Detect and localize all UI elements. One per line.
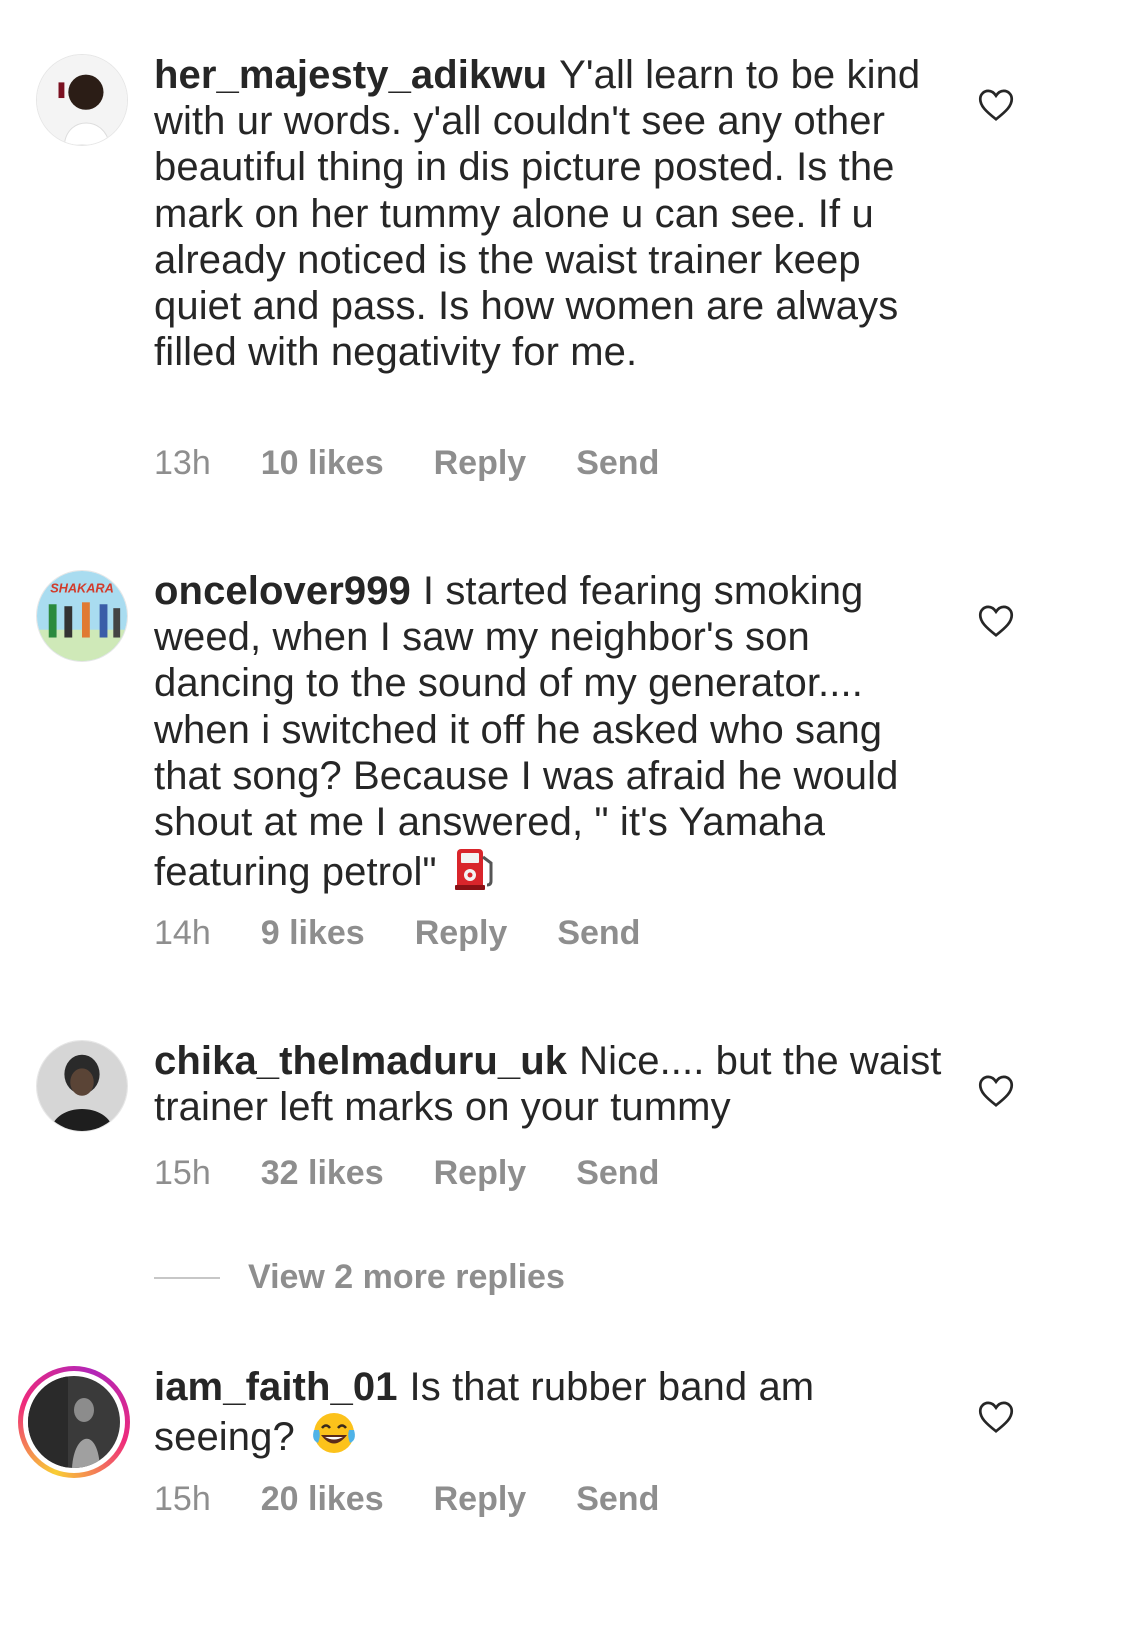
comment-time: 14h xyxy=(154,914,211,952)
send-button[interactable]: Send xyxy=(557,914,640,953)
comment-meta: 15h 32 likes Reply Send xyxy=(154,1154,659,1193)
comment-username[interactable]: iam_faith_01 xyxy=(154,1365,398,1409)
comment-likes[interactable]: 20 likes xyxy=(261,1480,384,1519)
comment-meta: 15h 20 likes Reply Send xyxy=(154,1480,659,1519)
heart-outline-icon[interactable] xyxy=(978,604,1014,638)
send-button[interactable]: Send xyxy=(576,1480,659,1519)
heart-outline-icon[interactable] xyxy=(978,1400,1014,1434)
send-button[interactable]: Send xyxy=(576,444,659,483)
tears-of-joy-emoji xyxy=(311,1410,357,1466)
svg-text:SHAKARA: SHAKARA xyxy=(50,581,114,596)
fuel-pump-emoji xyxy=(453,845,497,901)
comment-time: 13h xyxy=(154,444,211,482)
send-button[interactable]: Send xyxy=(576,1154,659,1193)
comment-meta: 13h 10 likes Reply Send xyxy=(154,444,659,483)
comment-time: 15h xyxy=(154,1154,211,1192)
comment-body: I started fearing smoking weed, when I s… xyxy=(154,569,899,895)
comment-username[interactable]: her_majesty_adikwu xyxy=(154,53,547,97)
view-more-replies-button[interactable]: View 2 more replies xyxy=(154,1258,565,1297)
comment-username[interactable]: oncelover999 xyxy=(154,569,411,613)
comment-body: Y'all learn to be kind with ur words. y'… xyxy=(154,53,921,375)
reply-button[interactable]: Reply xyxy=(434,1154,527,1193)
comment-likes[interactable]: 10 likes xyxy=(261,444,384,483)
comment-meta: 14h 9 likes Reply Send xyxy=(154,914,640,953)
comment-likes[interactable]: 9 likes xyxy=(261,914,365,953)
heart-outline-icon[interactable] xyxy=(978,88,1014,122)
avatar[interactable] xyxy=(36,1040,128,1132)
comment-text: iam_faith_01 Is that rubber band am seein… xyxy=(154,1364,944,1466)
avatar[interactable]: SHAKARA xyxy=(36,570,128,662)
comment-text: chika_thelmaduru_uk Nice.... but the wais… xyxy=(154,1038,944,1130)
heart-outline-icon[interactable] xyxy=(978,1074,1014,1108)
avatar[interactable] xyxy=(36,54,128,146)
reply-button[interactable]: Reply xyxy=(434,444,527,483)
comment-time: 15h xyxy=(154,1480,211,1518)
reply-button[interactable]: Reply xyxy=(434,1480,527,1519)
reply-button[interactable]: Reply xyxy=(415,914,508,953)
comment-username[interactable]: chika_thelmaduru_uk xyxy=(154,1039,567,1083)
comment-text: her_majesty_adikwu Y'all learn to be kind… xyxy=(154,52,944,375)
comment-likes[interactable]: 32 likes xyxy=(261,1154,384,1193)
view-more-replies-label: View 2 more replies xyxy=(248,1258,565,1296)
avatar-with-story-ring[interactable] xyxy=(18,1366,130,1478)
replies-divider xyxy=(154,1276,220,1279)
comment-text: oncelover999 I started fearing smoking we… xyxy=(154,568,944,901)
